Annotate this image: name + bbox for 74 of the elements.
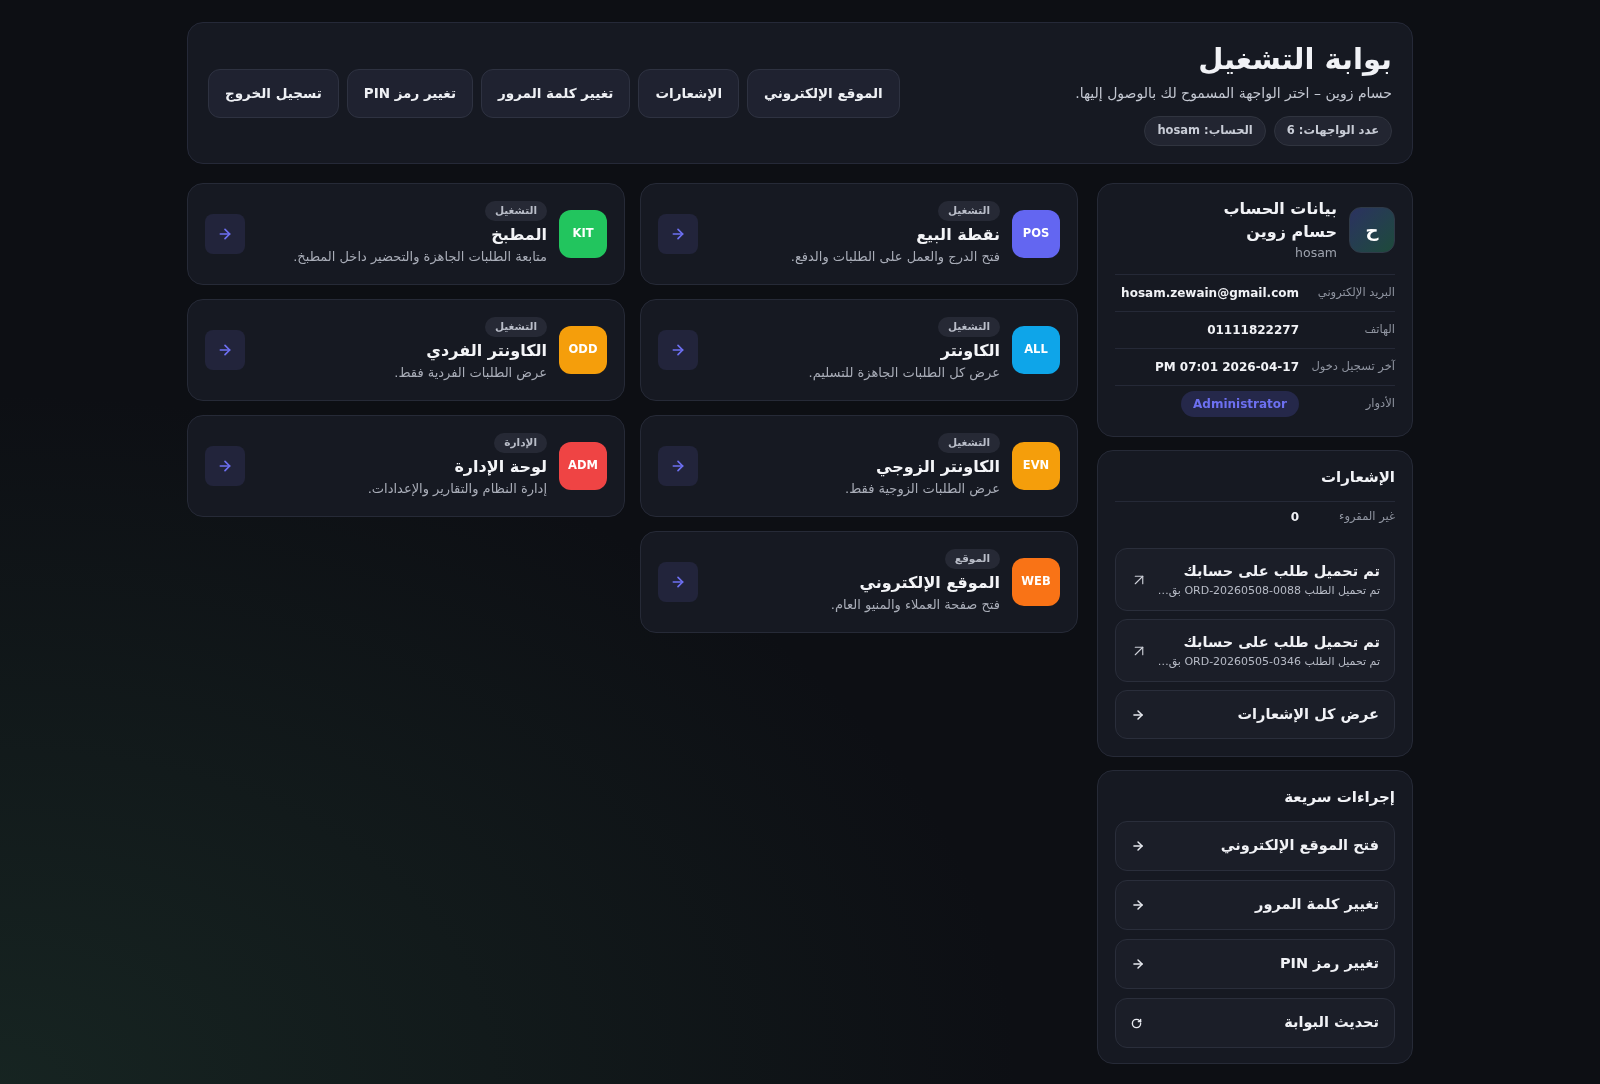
header-button[interactable]: الإشعارات [638, 68, 740, 118]
interface-description: عرض الطلبات الفردية فقط. [394, 364, 547, 383]
page-title: بوابة التشغيل [1198, 41, 1392, 78]
quick-action-button[interactable]: تحديث البوابة [1115, 998, 1395, 1048]
category-tag: التشغيل [937, 317, 1000, 337]
open-button[interactable] [658, 562, 698, 602]
field-label: الهاتف [1363, 321, 1395, 339]
notification-item[interactable]: تم تحميل طلب على حسابك تم تحميل الطلب ORD-20260508-0088 بق… [1115, 548, 1395, 611]
header-button[interactable]: الموقع الإلكتروني [747, 68, 900, 118]
field-value: 01111822277 [1207, 322, 1299, 339]
notification-title: تم تحميل طلب على حسابك [1183, 561, 1380, 581]
account-username: hosam [1295, 244, 1337, 262]
header-button[interactable]: تغيير رمز PIN [346, 68, 473, 118]
account-name: حسام زوين [1246, 221, 1337, 243]
interface-title: الموقع الإلكتروني [859, 572, 1000, 595]
header-button[interactable]: تغيير كلمة المرور [481, 68, 631, 118]
category-tag: التشغيل [937, 433, 1000, 453]
open-button[interactable] [205, 446, 245, 486]
info-chip: الحساب: hosam [1144, 116, 1266, 146]
category-tag: الإدارة [494, 433, 547, 453]
arrow-right-icon [217, 226, 233, 242]
code-badge: ALL [1012, 326, 1060, 374]
interface-description: فتح صفحة العملاء والمنيو العام. [830, 596, 1000, 615]
code-badge: EVN [1012, 442, 1060, 490]
code-badge: POS [1012, 210, 1060, 258]
interface-title: لوحة الإدارة [454, 456, 547, 478]
code-badge: KIT [559, 210, 607, 258]
interface-description: عرض كل الطلبات الجاهزة للتسليم. [808, 364, 1000, 383]
panel-title: إجراءات سريعة [1283, 787, 1395, 808]
info-chip: عدد الواجهات: 6 [1273, 116, 1392, 146]
open-button[interactable] [205, 214, 245, 254]
notification-text: تم تحميل الطلب ORD-20260508-0088 بق… [1157, 582, 1380, 599]
notification-text: تم تحميل الطلب ORD-20260505-0346 بق… [1157, 653, 1380, 670]
quick-action-button[interactable]: تغيير كلمة المرور [1115, 880, 1395, 930]
arrow-right-icon [670, 574, 686, 590]
field-label: غير المقروء [1338, 508, 1395, 526]
field-label: آخر تسجيل دخول [1310, 358, 1395, 376]
panel-title: بيانات الحساب [1223, 198, 1337, 220]
header-button[interactable]: تسجيل الخروج [208, 68, 339, 118]
interface-description: عرض الطلبات الزوجية فقط. [845, 480, 1000, 499]
quick-action-button[interactable]: فتح الموقع الإلكتروني [1115, 821, 1395, 871]
code-badge: ADM [559, 442, 607, 490]
category-tag: التشغيل [937, 201, 1000, 221]
refresh-icon [1131, 1017, 1142, 1029]
interface-title: الكاونتر الزوجي [876, 456, 1000, 479]
interface-title: نقطة البيع [916, 224, 1000, 246]
interface-title: الكاونتر الفردي [426, 340, 547, 363]
field-label: البريد الإلكتروني [1316, 284, 1395, 302]
interface-title: الكاونتر [940, 340, 1000, 362]
panel-title: الإشعارات [1321, 468, 1395, 486]
category-tag: التشغيل [484, 201, 547, 221]
code-badge: ODD [559, 326, 607, 374]
open-button[interactable] [658, 446, 698, 486]
interface-description: إدارة النظام والتقارير والإعدادات. [367, 480, 547, 499]
field-value: hosam.zewain@gmail.com [1121, 285, 1299, 302]
category-tag: التشغيل [484, 317, 547, 337]
unread-count: 0 [1289, 509, 1299, 526]
open-button[interactable] [658, 330, 698, 370]
notification-title: تم تحميل طلب على حسابك [1183, 632, 1380, 652]
code-badge: WEB [1012, 558, 1060, 606]
interface-description: فتح الدرج والعمل على الطلبات والدفع. [790, 248, 1000, 267]
page-subtitle: حسام زوين – اختر الواجهة المسموح لك بالوصول إليها. [1075, 84, 1392, 104]
field-value: PM 07:01 2026-04-17 [1154, 359, 1299, 376]
notification-item[interactable]: تم تحميل طلب على حسابك تم تحميل الطلب ORD-20260505-0346 بق… [1115, 619, 1395, 682]
field-label: الأدوار [1364, 395, 1395, 413]
role-tag: Administrator [1181, 391, 1299, 417]
interface-description: متابعة الطلبات الجاهزة والتحضير داخل المطبخ. [293, 248, 547, 267]
open-button[interactable] [205, 330, 245, 370]
avatar-initial: ح [1349, 207, 1395, 253]
category-tag: الموقع [944, 549, 1000, 569]
open-button[interactable] [658, 214, 698, 254]
quick-action-button[interactable]: تغيير رمز PIN [1115, 939, 1395, 989]
view-all-button[interactable]: عرض كل الإشعارات [1115, 690, 1395, 739]
interface-title: المطبخ [491, 224, 547, 246]
